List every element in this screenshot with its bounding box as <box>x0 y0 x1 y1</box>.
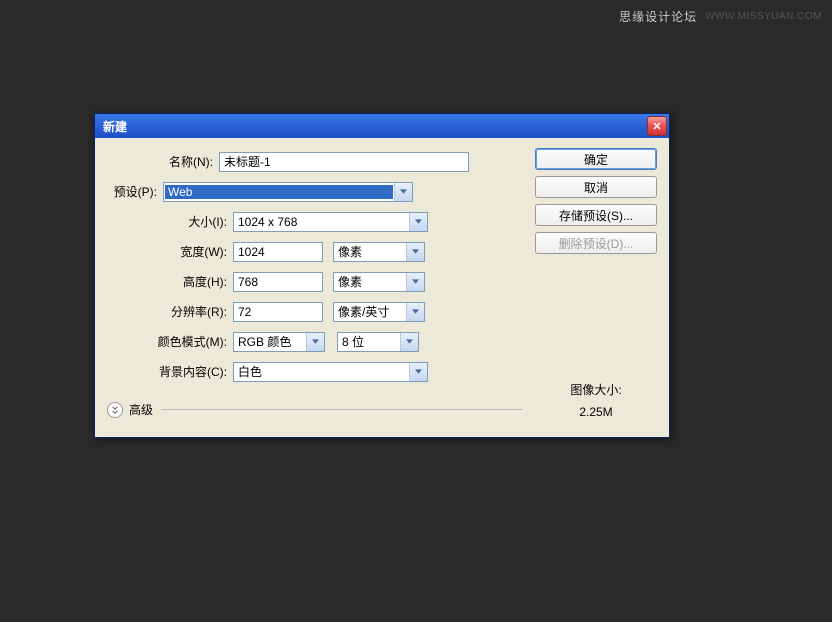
chevron-down-icon <box>400 333 418 351</box>
chevron-down-icon <box>394 183 412 201</box>
dialog-title: 新建 <box>103 118 647 135</box>
button-column: 确定 取消 存储预设(S)... 删除预设(D)... 图像大小: 2.25M <box>535 148 657 423</box>
new-document-dialog: 新建 ✕ 名称(N): 预设(P): Web 大小(I <box>94 113 670 438</box>
name-label: 名称(N): <box>107 153 219 170</box>
resolution-input[interactable] <box>233 302 323 322</box>
watermark-text-cn: 思缘设计论坛 <box>619 8 697 25</box>
size-select[interactable]: 1024 x 768 <box>233 212 428 232</box>
chevron-expand-icon <box>111 403 119 417</box>
filesize-info: 图像大小: 2.25M <box>535 380 657 423</box>
form-area: 名称(N): 预设(P): Web 大小(I): 1024 x 768 <box>107 148 523 423</box>
height-unit-select[interactable]: 像素 <box>333 272 425 292</box>
titlebar[interactable]: 新建 ✕ <box>95 114 669 138</box>
height-label: 高度(H): <box>121 273 233 290</box>
resolution-unit-value: 像素/英寸 <box>334 303 406 320</box>
cancel-button[interactable]: 取消 <box>535 176 657 198</box>
chevron-down-icon <box>409 363 427 381</box>
resolution-unit-select[interactable]: 像素/英寸 <box>333 302 425 322</box>
preset-label: 预设(P): <box>107 183 163 200</box>
background-select[interactable]: 白色 <box>233 362 428 382</box>
chevron-down-icon <box>409 213 427 231</box>
color-mode-label: 颜色模式(M): <box>121 333 233 350</box>
bits-value: 8 位 <box>338 333 400 350</box>
background-label: 背景内容(C): <box>121 363 233 380</box>
size-label: 大小(I): <box>121 213 233 230</box>
close-button[interactable]: ✕ <box>647 116 667 136</box>
advanced-toggle[interactable] <box>107 402 123 418</box>
chevron-down-icon <box>306 333 324 351</box>
close-icon: ✕ <box>652 120 661 133</box>
resolution-label: 分辨率(R): <box>121 303 233 320</box>
bits-select[interactable]: 8 位 <box>337 332 419 352</box>
height-unit-value: 像素 <box>334 273 406 290</box>
background-value: 白色 <box>234 363 409 380</box>
filesize-label: 图像大小: <box>535 380 657 402</box>
width-unit-value: 像素 <box>334 243 406 260</box>
width-input[interactable] <box>233 242 323 262</box>
chevron-down-icon <box>406 273 424 291</box>
width-unit-select[interactable]: 像素 <box>333 242 425 262</box>
size-value: 1024 x 768 <box>234 215 409 229</box>
color-mode-value: RGB 颜色 <box>234 333 306 350</box>
height-input[interactable] <box>233 272 323 292</box>
chevron-down-icon <box>406 243 424 261</box>
advanced-row: 高级 <box>107 401 523 418</box>
ok-button[interactable]: 确定 <box>535 148 657 170</box>
advanced-label: 高级 <box>129 401 153 418</box>
watermark-text-url: WWW.MISSYUAN.COM <box>705 11 822 22</box>
name-input[interactable] <box>219 152 469 172</box>
delete-preset-button: 删除预设(D)... <box>535 232 657 254</box>
chevron-down-icon <box>406 303 424 321</box>
preset-select[interactable]: Web <box>163 182 413 202</box>
color-mode-select[interactable]: RGB 颜色 <box>233 332 325 352</box>
filesize-value: 2.25M <box>535 402 657 424</box>
save-preset-button[interactable]: 存储预设(S)... <box>535 204 657 226</box>
width-label: 宽度(W): <box>121 243 233 260</box>
watermark: 思缘设计论坛 WWW.MISSYUAN.COM <box>619 8 822 25</box>
preset-value: Web <box>165 185 393 199</box>
